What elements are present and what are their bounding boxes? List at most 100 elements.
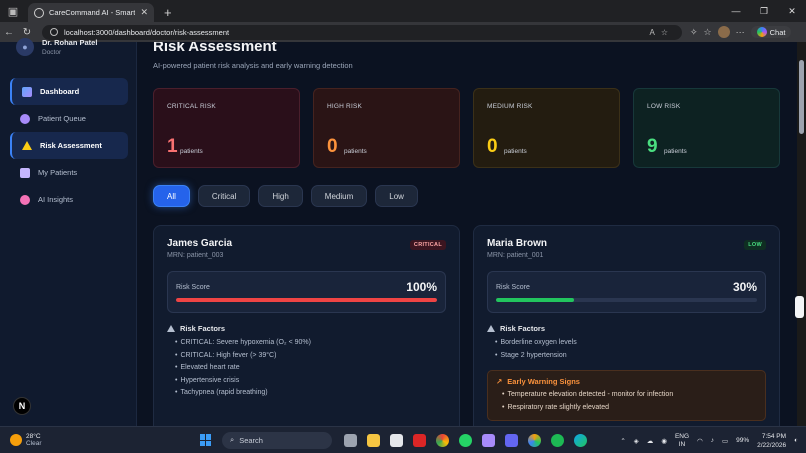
- task-view-icon[interactable]: [344, 433, 357, 447]
- stat-high: HIGH RISK 0 patients: [313, 88, 460, 168]
- user-name: Dr. Rohan Patel: [42, 38, 98, 47]
- patient-name: James Garcia: [167, 238, 233, 249]
- stat-medium: MEDIUM RISK 0 patients: [473, 88, 620, 168]
- sidebar-item-risk-assessment[interactable]: Risk Assessment: [10, 132, 128, 159]
- early-warning-box: ↗ Early Warning Signs Temperature elevat…: [487, 370, 766, 422]
- defender-icon[interactable]: ◈: [634, 437, 639, 445]
- app-icon[interactable]: [505, 433, 518, 447]
- app-icon[interactable]: [482, 433, 495, 447]
- patient-card[interactable]: Maria Brown MRN: patient_001 LOW Risk Sc…: [473, 225, 780, 426]
- browser-toolbar: ← ↻ localhost:3000/dashboard/doctor/risk…: [0, 22, 806, 42]
- sidebar-item-ai-insights[interactable]: AI Insights: [10, 186, 128, 213]
- risk-score-value: 100%: [406, 280, 437, 294]
- chrome-icon[interactable]: [436, 433, 449, 447]
- stat-critical: CRITICAL RISK 1 patients: [153, 88, 300, 168]
- sidebar-item-patient-queue[interactable]: Patient Queue: [10, 105, 128, 132]
- user-avatar-icon: ●: [16, 38, 34, 56]
- close-window-icon[interactable]: ✕: [778, 0, 806, 22]
- risk-score-bar: [176, 298, 437, 302]
- list-item: CRITICAL: Severe hypoxemia (O₂ < 90%): [175, 337, 446, 350]
- chrome-canary-icon[interactable]: [528, 433, 541, 447]
- language-indicator[interactable]: ENG IN: [675, 433, 689, 449]
- url-text: localhost:3000/dashboard/doctor/risk-ass…: [64, 27, 230, 37]
- risk-score-box: Risk Score 30%: [487, 271, 766, 313]
- more-icon[interactable]: ···: [736, 27, 745, 37]
- list-item: CRITICAL: High fever (> 39°C): [175, 350, 446, 363]
- app-tray-icon[interactable]: ◉: [661, 437, 667, 445]
- close-tab-icon[interactable]: ✕: [140, 7, 148, 18]
- trend-up-icon: ↗: [496, 377, 503, 387]
- site-info-icon[interactable]: [50, 28, 58, 36]
- spotify-icon[interactable]: [551, 433, 564, 447]
- file-explorer-icon[interactable]: [367, 433, 380, 447]
- extensions-icon[interactable]: ✧: [690, 27, 698, 38]
- risk-filters: All Critical High Medium Low: [153, 185, 418, 207]
- browser-tab[interactable]: CareCommand AI - Smart Digital H ✕: [28, 3, 154, 22]
- filter-all[interactable]: All: [153, 185, 190, 207]
- risk-score-bar: [496, 298, 757, 302]
- stat-low: LOW RISK 9 patients: [633, 88, 780, 168]
- list-item: Stage 2 hypertension: [495, 350, 766, 363]
- store-icon[interactable]: [390, 433, 403, 447]
- favorites-icon[interactable]: ☆: [704, 27, 712, 38]
- chevron-up-icon[interactable]: ⌃: [620, 437, 625, 445]
- minimize-icon[interactable]: —: [722, 0, 750, 22]
- warning-icon: [487, 325, 495, 332]
- tab-title: CareCommand AI - Smart Digital H: [49, 8, 136, 17]
- battery-level: 99%: [736, 437, 750, 444]
- side-panel-widget-icon[interactable]: [795, 296, 804, 318]
- start-icon[interactable]: [200, 434, 212, 446]
- maximize-icon[interactable]: ❐: [750, 0, 778, 22]
- edge-icon[interactable]: [574, 433, 587, 447]
- risk-factors-heading: Risk Factors: [487, 324, 766, 333]
- page-scrollbar[interactable]: [797, 42, 806, 426]
- tab-actions-icon[interactable]: ▣: [4, 2, 22, 20]
- filter-critical[interactable]: Critical: [197, 185, 251, 207]
- copilot-icon: [756, 27, 767, 37]
- clock[interactable]: 7:54 PM 2/22/2026: [757, 432, 786, 450]
- browser-tabbar: ▣ CareCommand AI - Smart Digital H ✕ + —…: [0, 0, 806, 22]
- profile-avatar[interactable]: [717, 26, 730, 38]
- screen: ▣ CareCommand AI - Smart Digital H ✕ + —…: [0, 0, 806, 453]
- filter-low[interactable]: Low: [375, 185, 418, 207]
- copilot-chat-button[interactable]: Chat: [750, 26, 792, 38]
- reload-icon[interactable]: ↻: [18, 27, 36, 38]
- risk-factors-heading: Risk Factors: [167, 324, 446, 333]
- system-tray: ⌃ ◈ ☁ ◉ ENG IN ◠ ♪ ▭ 99% 7:54 PM 2/22/20…: [620, 427, 798, 453]
- user-profile: ● Dr. Rohan Patel Doctor: [16, 38, 97, 56]
- stat-critical-value: 1: [167, 136, 178, 157]
- main-content: Risk Assessment AI-powered patient risk …: [137, 42, 797, 426]
- risk-score-value: 30%: [732, 280, 757, 294]
- filter-high[interactable]: High: [258, 185, 303, 207]
- patient-cards: James Garcia MRN: patient_003 CRITICAL R…: [153, 225, 780, 426]
- notifications-icon[interactable]: ◐: [794, 437, 798, 444]
- back-icon[interactable]: ←: [0, 27, 18, 38]
- address-bar-actions-icon[interactable]: A☆: [649, 28, 674, 37]
- weather-widget[interactable]: 28°C Clear: [10, 433, 130, 447]
- stat-high-value: 0: [327, 136, 338, 157]
- whatsapp-icon[interactable]: [459, 433, 472, 447]
- new-tab-icon[interactable]: +: [164, 5, 172, 20]
- app-l-icon[interactable]: [413, 433, 426, 447]
- window-controls: — ❐ ✕: [722, 0, 806, 22]
- list-item: Elevated heart rate: [175, 362, 446, 375]
- list-item: Borderline oxygen levels: [495, 337, 766, 350]
- volume-icon[interactable]: ♪: [711, 437, 714, 444]
- onedrive-icon[interactable]: ☁: [647, 437, 654, 445]
- wifi-icon[interactable]: ◠: [697, 437, 703, 445]
- filter-medium[interactable]: Medium: [310, 185, 368, 207]
- taskbar-search[interactable]: ⌕ Search: [222, 431, 332, 449]
- address-bar[interactable]: localhost:3000/dashboard/doctor/risk-ass…: [42, 24, 682, 40]
- stat-low-value: 9: [647, 136, 658, 157]
- sidebar: ● Dr. Rohan Patel Doctor Dashboard Patie…: [0, 38, 137, 426]
- battery-icon[interactable]: ▭: [722, 437, 728, 445]
- list-item: Temperature elevation detected - monitor…: [502, 389, 757, 402]
- risk-factors-list: Borderline oxygen levels Stage 2 hyperte…: [495, 337, 766, 362]
- patient-card[interactable]: James Garcia MRN: patient_003 CRITICAL R…: [153, 225, 460, 426]
- list-item: Hypertensive crisis: [175, 375, 446, 388]
- scrollbar-thumb[interactable]: [799, 60, 804, 134]
- sidebar-item-my-patients[interactable]: My Patients: [10, 159, 128, 186]
- next-dev-badge[interactable]: N: [13, 397, 31, 415]
- patient-name: Maria Brown: [487, 238, 548, 249]
- sidebar-item-dashboard[interactable]: Dashboard: [10, 78, 128, 105]
